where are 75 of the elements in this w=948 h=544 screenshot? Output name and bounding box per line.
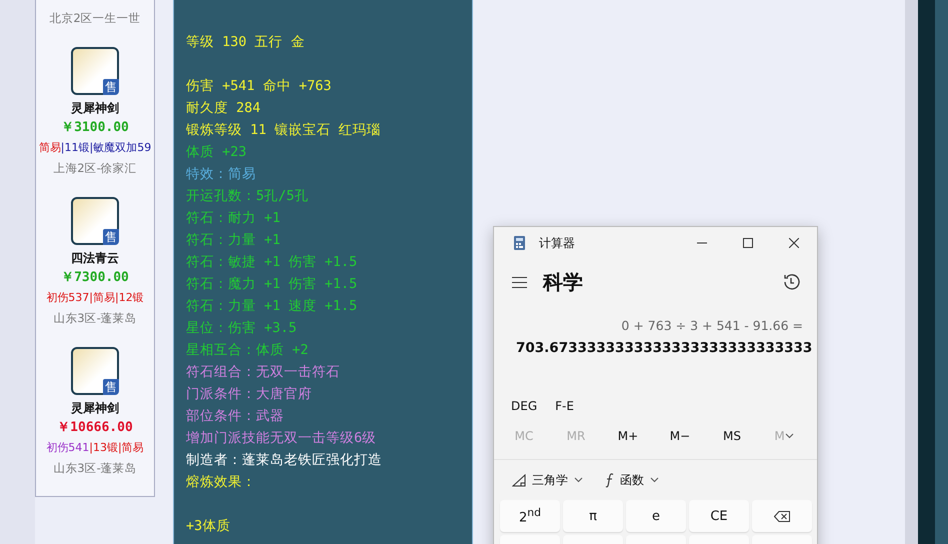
tooltip-line: 锻炼等级 11 镶嵌宝石 红玛瑙	[186, 121, 382, 140]
item-tag: 简易	[38, 138, 61, 158]
item-picture-placeholder[interactable]: 售	[70, 197, 119, 245]
item-tag: |简易	[89, 288, 115, 308]
item-tag: 初伤537	[46, 288, 90, 308]
memory-button[interactable]: M+	[602, 421, 654, 451]
sale-badge: 售	[103, 79, 119, 95]
tooltip-line: 符石：魔力 +1 伤害 +1.5	[186, 275, 358, 294]
item-price: ￥10666.00	[57, 419, 133, 437]
chevron-down-icon	[650, 477, 659, 483]
item-picture-placeholder[interactable]: 售	[71, 47, 119, 95]
tooltip-line: 星相互合：体质 +2	[186, 341, 310, 360]
calculator-key[interactable]: e	[626, 500, 686, 532]
server-name: 上海2区-徐家汇	[53, 160, 137, 177]
calculator-key[interactable]: CE	[689, 500, 749, 532]
backspace-icon	[774, 510, 790, 522]
tooltip-line: 星位：伤害 +3.5	[186, 319, 298, 338]
minimize-icon	[697, 242, 707, 244]
tooltip-line: 符石：力量 +1	[186, 231, 282, 250]
setting-button[interactable]: F-E	[546, 393, 583, 419]
memory-button[interactable]: MS	[706, 421, 758, 451]
menu-button[interactable]	[510, 274, 529, 290]
calculator-icon	[514, 236, 525, 250]
chevron-down-icon	[784, 433, 794, 439]
item-tag: |11锻	[60, 138, 90, 158]
dropdown-button[interactable]: 函数	[599, 468, 665, 492]
tooltip-line: 开运孔数：5孔/5孔	[186, 187, 310, 206]
function-icon	[605, 472, 614, 488]
tooltip-line: +3体质	[186, 517, 232, 536]
sale-badge: 售	[102, 229, 119, 245]
calculator-key[interactable]: π	[563, 500, 623, 532]
chevron-down-icon	[574, 477, 583, 483]
tooltip-line: 耐久度 284	[186, 99, 262, 118]
tooltip-line: 符石组合：无双一击符石	[186, 363, 341, 382]
server-name: 山东3区-蓬莱岛	[53, 460, 137, 477]
result-display: 703.6733333333333333333333333333	[515, 339, 814, 358]
item-tag: |敏魔双加59	[90, 138, 152, 158]
tooltip-line: 体质 +23	[186, 143, 248, 162]
tooltip-line: 熔炼效果：	[186, 473, 257, 492]
item-picture-placeholder[interactable]: 售	[70, 347, 119, 395]
item-name[interactable]: 灵犀神剑	[70, 398, 119, 418]
tooltip-line: 门派条件：大唐官府	[186, 385, 313, 404]
mode-title: 科学	[543, 268, 584, 296]
tooltip-line: 符石：耐力 +1	[186, 209, 282, 228]
tooltip-line: 部位条件：武器	[186, 407, 285, 426]
memory-button[interactable]: M−	[654, 421, 706, 451]
item-tag: 初伤541	[46, 438, 90, 458]
tooltip-line: 伤害 +541 命中 +763	[186, 77, 332, 96]
tooltip-line: 符石：力量 +1 速度 +1.5	[186, 297, 358, 316]
item-price: ￥7300.00	[61, 269, 129, 287]
menu-icon	[512, 276, 527, 288]
item-tag: |简易	[118, 438, 144, 458]
dropdown-button[interactable]: 三角学	[506, 468, 589, 492]
item-tag: |12锻	[115, 288, 144, 308]
tooltip-line: 符石：敏捷 +1 伤害 +1.5	[186, 253, 358, 272]
server-name: 北京2区一生一世	[49, 10, 141, 27]
expression-text: 0 + 763 ÷ 3 + 541 - 91.66 =	[620, 317, 804, 335]
maximize-icon	[743, 238, 753, 248]
backspace-button[interactable]	[752, 500, 812, 532]
window-title: 计算器	[539, 234, 576, 252]
history-icon	[783, 273, 801, 291]
calculator-key[interactable]: 2$^{nd}$	[500, 500, 560, 532]
item-name[interactable]: 灵犀神剑	[71, 98, 119, 118]
setting-button[interactable]: DEG	[502, 393, 546, 419]
triangle-ruler-icon	[512, 474, 526, 486]
server-name: 山东3区-蓬莱岛	[53, 310, 137, 327]
tooltip-line: 增加门派技能无双一击等级6级	[186, 429, 378, 448]
item-name[interactable]: 四法青云	[70, 248, 119, 268]
tooltip-line: 等级 130 五行 金	[186, 33, 306, 52]
tooltip-line: 特效：简易	[186, 165, 257, 184]
close-icon	[789, 238, 799, 248]
sale-badge: 售	[102, 379, 119, 395]
item-price: ￥3100.00	[61, 119, 129, 137]
tooltip-line: 制造者：蓬莱岛老铁匠强化打造	[186, 451, 383, 470]
item-tag: |13锻	[89, 438, 118, 458]
